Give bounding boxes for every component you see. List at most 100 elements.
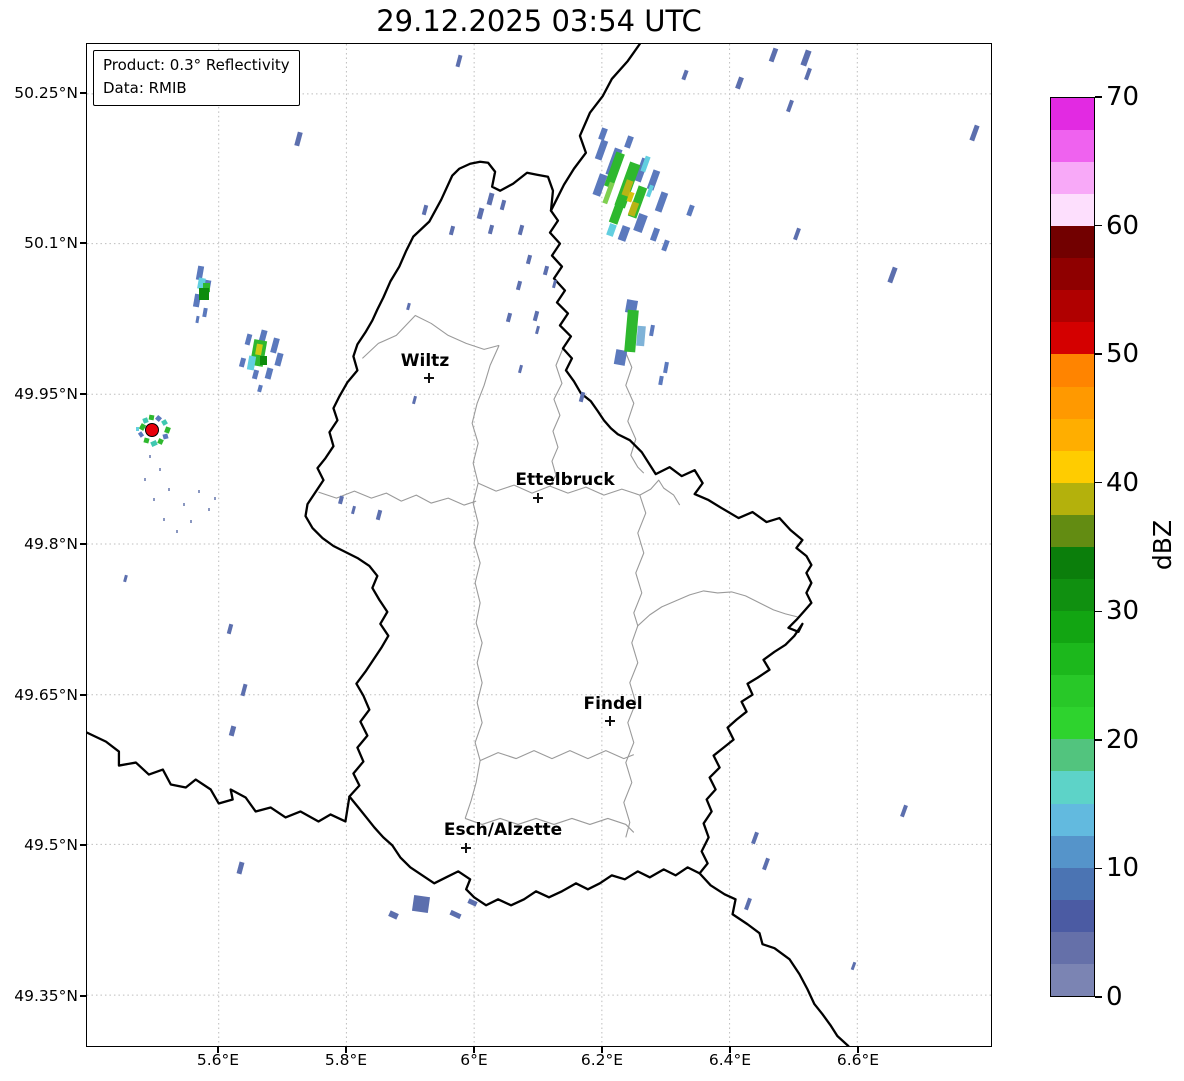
colorbar-step xyxy=(1051,290,1094,322)
radar-echo-bin xyxy=(412,895,430,913)
radar-echo-bin xyxy=(149,415,155,421)
lat-tick-label: 49.95°N xyxy=(0,384,78,404)
radar-clutter-dot xyxy=(153,498,155,501)
lat-tick-label: 49.8°N xyxy=(0,534,78,554)
radar-clutter-dot xyxy=(163,518,165,521)
radar-clutter-dot xyxy=(208,508,210,511)
colorbar-tick-mark xyxy=(1095,611,1102,613)
city-marker-icon xyxy=(609,716,611,726)
radar-clutter-dot xyxy=(149,455,151,458)
lat-tick-label: 50.1°N xyxy=(0,233,78,253)
lon-tick-label: 6.2°E xyxy=(557,1051,647,1069)
radar-clutter-dot xyxy=(214,497,216,500)
colorbar-tick-mark xyxy=(1095,739,1102,741)
country-borders xyxy=(87,44,848,1046)
colorbar-step xyxy=(1051,162,1094,194)
radar-clutter-dot xyxy=(198,490,200,493)
lon-tick-mark xyxy=(729,1047,731,1053)
radar-echo-bin xyxy=(199,288,209,300)
colorbar-step xyxy=(1051,322,1094,354)
lon-tick-mark xyxy=(857,1047,859,1053)
lon-tick-label: 5.6°E xyxy=(173,1051,263,1069)
radar-clutter-dot xyxy=(159,468,161,471)
colorbar-step xyxy=(1051,900,1094,932)
colorbar-step xyxy=(1051,194,1094,226)
colorbar-tick-label: 0 xyxy=(1106,983,1123,1011)
colorbar-step xyxy=(1051,804,1094,836)
lat-tick-mark xyxy=(80,543,86,545)
radar-echo-bin xyxy=(136,427,139,431)
map-plot-area xyxy=(86,43,992,1047)
lon-tick-label: 5.8°E xyxy=(301,1051,391,1069)
luxembourg-border xyxy=(306,162,812,906)
lon-tick-mark xyxy=(217,1047,219,1053)
colorbar-step xyxy=(1051,643,1094,675)
radar-clutter-dot xyxy=(190,520,192,523)
lat-tick-label: 49.65°N xyxy=(0,685,78,705)
colorbar-step xyxy=(1051,771,1094,803)
colorbar-step xyxy=(1051,547,1094,579)
colorbar-step xyxy=(1051,707,1094,739)
lon-tick-label: 6.4°E xyxy=(685,1051,775,1069)
colorbar-step xyxy=(1051,354,1094,386)
colorbar-tick-label: 70 xyxy=(1106,83,1139,111)
canton-borders xyxy=(318,315,797,837)
colorbar-step xyxy=(1051,675,1094,707)
lat-tick-mark xyxy=(80,242,86,244)
lon-tick-mark xyxy=(601,1047,603,1053)
graticule-gridlines xyxy=(87,44,991,1046)
colorbar-step xyxy=(1051,130,1094,162)
france-germany-border xyxy=(700,873,849,1046)
radar-clutter-dot xyxy=(176,530,178,533)
colorbar-step xyxy=(1051,739,1094,771)
colorbar-step xyxy=(1051,258,1094,290)
colorbar-tick-label: 30 xyxy=(1106,597,1139,625)
colorbar-tick-mark xyxy=(1095,353,1102,355)
lon-tick-label: 6.6°E xyxy=(813,1051,903,1069)
colorbar-step xyxy=(1051,868,1094,900)
city-label: Esch/Alzette xyxy=(423,820,583,840)
colorbar-unit-label: dBZ xyxy=(1149,516,1177,574)
colorbar-tick-mark xyxy=(1095,996,1102,998)
colorbar-tick-mark xyxy=(1095,225,1102,227)
lat-tick-mark xyxy=(80,844,86,846)
colorbar-tick-label: 60 xyxy=(1106,212,1139,240)
luxembourg-map xyxy=(87,44,991,1046)
product-info-line: Product: 0.3° Reflectivity xyxy=(103,54,290,77)
colorbar-step xyxy=(1051,611,1094,643)
colorbar-step xyxy=(1051,515,1094,547)
colorbar-step xyxy=(1051,387,1094,419)
page-title: 29.12.2025 03:54 UTC xyxy=(86,4,992,38)
colorbar-step xyxy=(1051,226,1094,258)
radar-clutter-dot xyxy=(183,503,185,506)
colorbar-tick-mark xyxy=(1095,482,1102,484)
colorbar-step xyxy=(1051,579,1094,611)
lat-tick-label: 50.25°N xyxy=(0,83,78,103)
radar-site-marker xyxy=(145,423,159,437)
lon-tick-mark xyxy=(345,1047,347,1053)
colorbar-step xyxy=(1051,964,1094,996)
colorbar-step xyxy=(1051,98,1094,130)
colorbar-step xyxy=(1051,419,1094,451)
lon-tick-mark xyxy=(473,1047,475,1053)
colorbar-tick-label: 10 xyxy=(1106,854,1139,882)
colorbar-tick-mark xyxy=(1095,96,1102,98)
reflectivity-colorbar xyxy=(1050,97,1095,997)
city-label: Ettelbruck xyxy=(485,470,645,490)
colorbar-step xyxy=(1051,836,1094,868)
colorbar-step xyxy=(1051,451,1094,483)
colorbar-tick-label: 50 xyxy=(1106,340,1139,368)
lat-tick-label: 49.5°N xyxy=(0,835,78,855)
lat-tick-mark xyxy=(80,995,86,997)
city-marker-icon xyxy=(465,843,467,853)
product-info-box: Product: 0.3° Reflectivity Data: RMIB xyxy=(93,50,300,106)
lat-tick-mark xyxy=(80,694,86,696)
lat-tick-mark xyxy=(80,92,86,94)
colorbar-step xyxy=(1051,483,1094,515)
colorbar-tick-label: 40 xyxy=(1106,469,1139,497)
lat-tick-label: 49.35°N xyxy=(0,986,78,1006)
city-label: Findel xyxy=(533,694,693,714)
radar-figure: 29.12.2025 03:54 UTC xyxy=(0,0,1184,1081)
colorbar-step xyxy=(1051,932,1094,964)
city-marker-icon xyxy=(537,493,539,503)
